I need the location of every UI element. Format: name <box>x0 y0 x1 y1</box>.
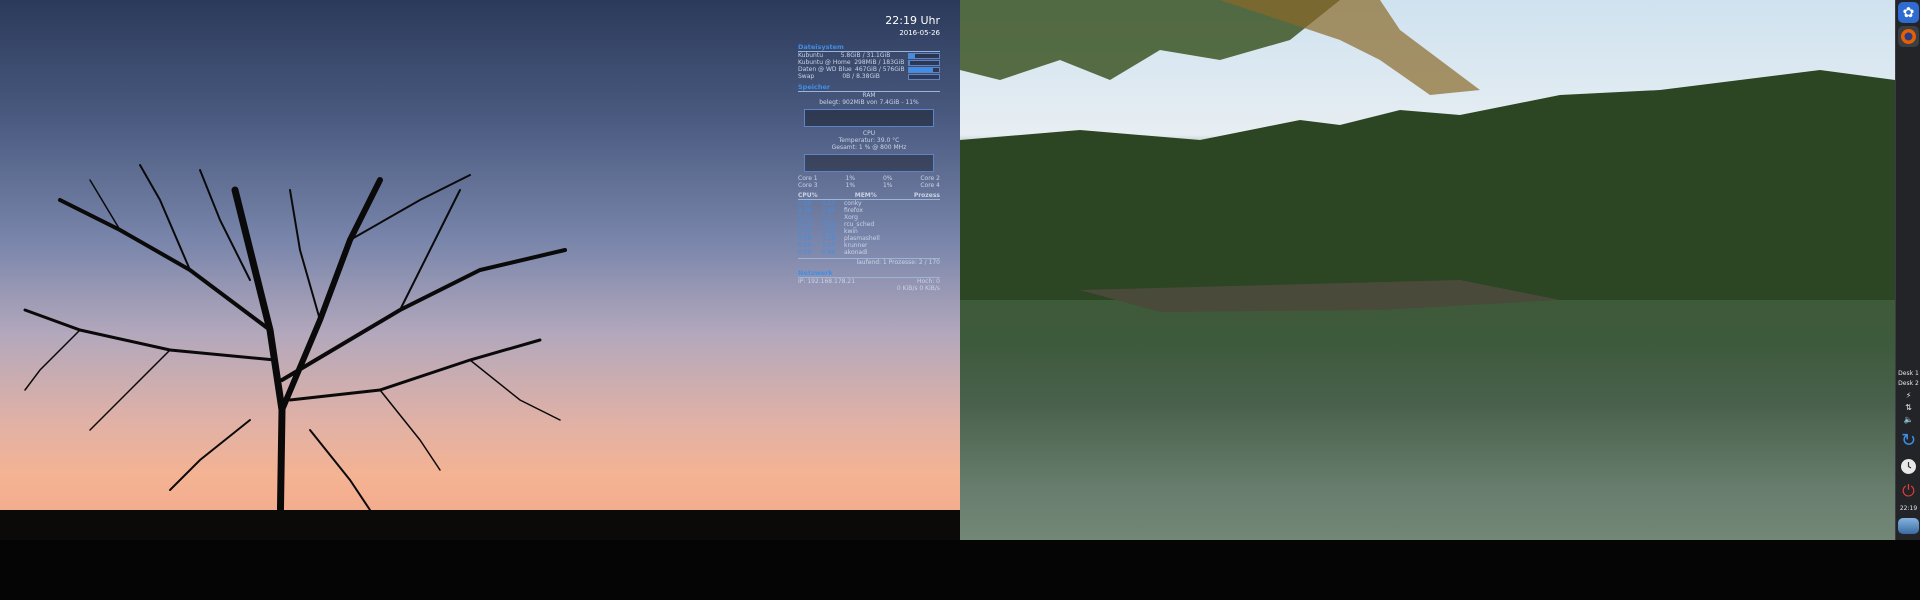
conky-time: 22:19 Uhr <box>885 14 940 27</box>
usage-bar <box>908 60 940 66</box>
usage-bar <box>908 53 940 59</box>
usage-bar <box>907 74 940 80</box>
process-row: 0.00 1.84 kwin <box>798 228 858 235</box>
update-refresh-icon[interactable]: ↻ <box>1898 430 1919 451</box>
horizon-silhouette <box>0 510 960 540</box>
network-speed-row: 0 KiB/s 0 KiB/s <box>896 285 940 292</box>
application-launcher-icon[interactable]: ✿ <box>1898 2 1919 23</box>
ram-graph <box>804 109 934 127</box>
fs-row: Kubuntu @ Home 298MiB / 183GiB <box>798 59 940 66</box>
conky-system-monitor: 22:19 Uhr 2016-05-26 Dateisystem Kubuntu… <box>798 14 940 292</box>
cpu-total: Gesamt: 1 % @ 800 MHz <box>831 144 907 151</box>
bluetooth-icon[interactable]: ⚡ <box>1897 392 1920 400</box>
section-memory: Speicher <box>798 84 940 92</box>
conky-date: 2016-05-26 <box>899 29 940 37</box>
fs-row: Swap 0B / 8.38GiB <box>798 73 940 80</box>
process-row: 0.38 1.41 firefox <box>798 207 863 214</box>
process-row: 0.00 1.17 krunner <box>798 242 868 249</box>
section-network: Netzwerk <box>798 270 940 278</box>
desktop-preview-icon[interactable] <box>1898 518 1919 534</box>
desktop-1[interactable]: Desk 1 <box>1897 370 1920 378</box>
network-icon[interactable]: ⇅ <box>1897 404 1920 412</box>
clock-icon[interactable] <box>1898 456 1919 477</box>
screen-bottom-edge <box>0 540 1920 600</box>
usage-bar <box>908 67 940 73</box>
panel-clock: 22:19 <box>1899 505 1918 512</box>
process-summary: laufend: 1 Prozesse: 2 / 170 <box>798 258 940 266</box>
power-icon[interactable]: ⏻ <box>1898 480 1919 501</box>
cpu-label: CPU <box>862 130 876 137</box>
process-row: 0.25 1.7 Xorg <box>798 214 858 221</box>
section-filesystem: Dateisystem <box>798 44 940 52</box>
process-row: 0.12 0.04 rcu_sched <box>798 221 875 228</box>
cpu-temperature: Temperatur: 39.0 °C <box>838 137 900 144</box>
process-table-header: CPU% MEM% Prozess <box>798 192 940 200</box>
volume-icon[interactable]: 🔈 <box>1897 416 1920 424</box>
fs-row: Kubuntu 5.8GiB / 31.1GiB <box>798 52 940 59</box>
process-row: 0.00 0.86 akonadi <box>798 249 868 256</box>
fs-row: Daten @ WD Blue 467GiB / 576GiB <box>798 66 940 73</box>
bare-tree-silhouette <box>23 164 567 540</box>
vertical-panel: ✿ Desk 1 Desk 2 ⚡ ⇅ 🔈 ↻ ⏻ 22:19 <box>1895 0 1920 540</box>
network-row: IP: 192.168.178.21 Hoch: 0 <box>798 278 940 285</box>
desktop-2[interactable]: Desk 2 <box>1897 380 1920 388</box>
firefox-icon[interactable] <box>1898 26 1919 47</box>
ip-address: IP: 192.168.178.21 <box>798 278 856 285</box>
core-row: Core 3 1% 1% Core 4 <box>798 182 940 189</box>
ram-label: RAM <box>862 92 876 99</box>
cpu-graph <box>804 154 934 172</box>
left-monitor-wallpaper: 22:19 Uhr 2016-05-26 Dateisystem Kubuntu… <box>0 0 960 540</box>
process-row: 0.00 1.38 plasmashell <box>798 235 880 242</box>
core-row: Core 1 1% 0% Core 2 <box>798 175 940 182</box>
kinkaku-ji-scenery <box>960 0 1895 540</box>
ram-usage: belegt: 902MiB von 7.4GiB - 11% <box>819 99 919 106</box>
right-monitor-wallpaper <box>960 0 1895 540</box>
process-row: 0.99 0.23 conky <box>798 200 862 207</box>
